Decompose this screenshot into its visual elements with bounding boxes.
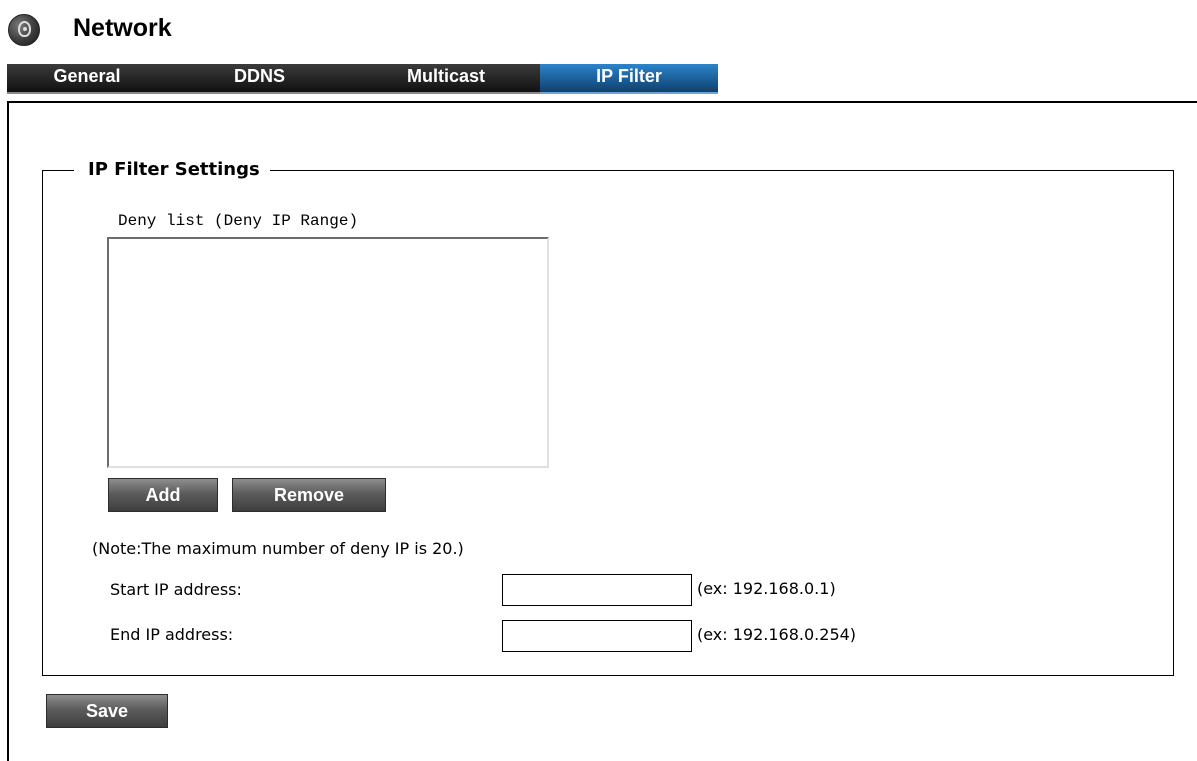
remove-button[interactable]: Remove — [232, 478, 386, 512]
tab-bar: General DDNS Multicast IP Filter — [7, 64, 718, 94]
page-title: Network — [73, 14, 172, 42]
end-ip-input[interactable] — [502, 620, 692, 652]
save-button[interactable]: Save — [46, 694, 168, 728]
deny-list-box[interactable] — [107, 237, 549, 468]
camera-logo-icon — [8, 14, 40, 46]
add-button[interactable]: Add — [108, 478, 218, 512]
deny-list-label: Deny list (Deny IP Range) — [118, 212, 359, 230]
ip-filter-settings-legend: IP Filter Settings — [74, 158, 270, 182]
end-ip-example: (ex: 192.168.0.254) — [697, 625, 857, 644]
tab-ddns[interactable]: DDNS — [167, 64, 352, 94]
start-ip-label: Start IP address: — [110, 580, 242, 599]
tab-general[interactable]: General — [7, 64, 167, 94]
start-ip-example: (ex: 192.168.0.1) — [697, 579, 836, 598]
end-ip-label: End IP address: — [110, 625, 234, 644]
tab-multicast[interactable]: Multicast — [352, 64, 540, 94]
max-deny-note: (Note:The maximum number of deny IP is 2… — [92, 539, 464, 558]
page-header: Network — [0, 0, 1197, 62]
start-ip-input[interactable] — [502, 574, 692, 606]
tab-ip-filter[interactable]: IP Filter — [540, 64, 718, 94]
